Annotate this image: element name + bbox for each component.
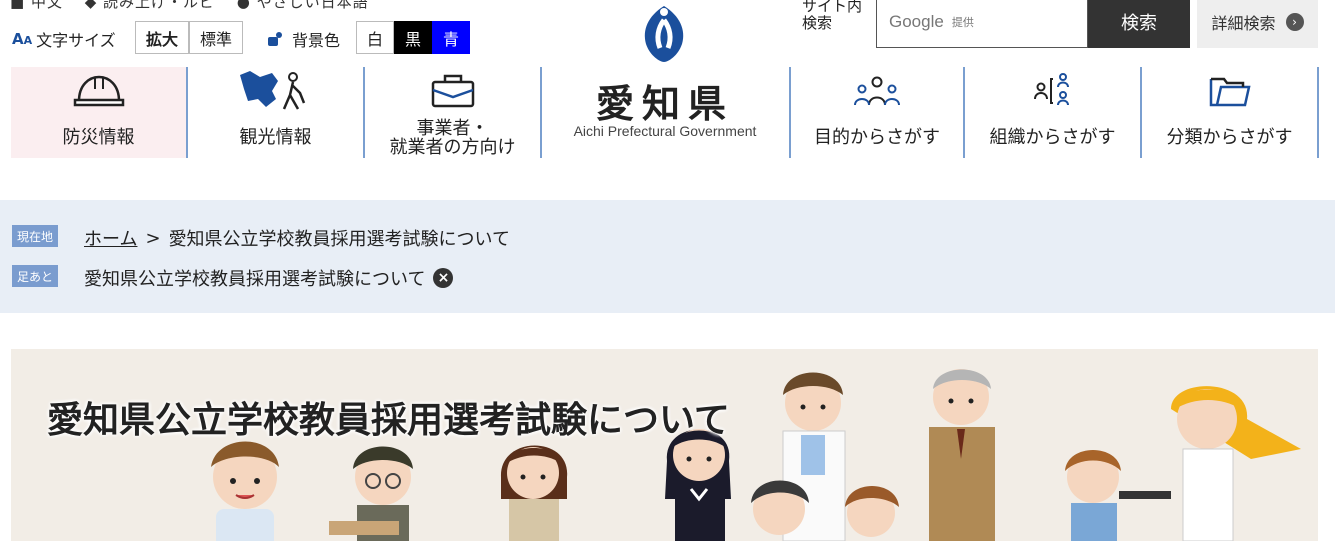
search-input[interactable]: Google 提供 [876, 0, 1088, 48]
nav-purpose[interactable]: 目的からさがす [791, 67, 963, 158]
page-title: 愛知県公立学校教員採用選考試験について [47, 400, 730, 441]
hero-banner: 愛知県公立学校教員採用選考試験について [11, 349, 1318, 541]
nav-tourism[interactable]: 観光情報 [188, 67, 363, 158]
bg-black-button[interactable]: 黒 [394, 21, 432, 54]
folder-icon [1209, 77, 1251, 107]
history-list: 愛知県公立学校教員採用選考試験について × [84, 265, 454, 291]
logo-kanji: 愛知県 [595, 82, 734, 126]
site-search-label: サイト内 検索 [802, 0, 863, 32]
paint-bucket-icon [268, 32, 282, 46]
nav-category[interactable]: 分類からさがす [1142, 67, 1317, 158]
history-item-link[interactable]: 愛知県公立学校教員採用選考試験について [84, 265, 425, 291]
powered-by-label: 提供 [951, 16, 974, 29]
bg-color-controls: 白 黒 青 [356, 21, 470, 54]
hero-illustration [211, 369, 1301, 541]
current-location-tag: 現在地 [12, 225, 58, 247]
site-logo[interactable]: 愛知県 Aichi Prefectural Government [541, 67, 789, 158]
breadcrumb-path: ホーム > 愛知県公立学校教員採用選考試験について [84, 225, 510, 251]
bg-color-label: 背景色 [266, 27, 340, 51]
nav-separator [1317, 67, 1319, 158]
tourism-map-icon [239, 71, 305, 110]
google-logo: Google [889, 12, 944, 31]
nav-disaster[interactable]: 防災情報 [11, 67, 186, 158]
breadcrumb-home-link[interactable]: ホーム [84, 225, 137, 251]
briefcase-icon [431, 74, 474, 108]
breadcrumb: 現在地 ホーム > 愛知県公立学校教員採用選考試験について 足あと 愛知県公立学… [0, 200, 1335, 313]
bg-blue-button[interactable]: 青 [432, 21, 470, 54]
org-chart-icon [1033, 73, 1069, 106]
nav-organization[interactable]: 組織からさがす [965, 67, 1140, 158]
font-enlarge-button[interactable]: 拡大 [135, 21, 189, 54]
font-size-icon: AA [12, 30, 33, 48]
advanced-search-button[interactable]: 詳細検索 › [1197, 0, 1318, 48]
close-icon[interactable]: × [433, 268, 454, 288]
nav-business[interactable]: 事業者・ 就業者の方向け [365, 67, 540, 158]
font-size-label: AA 文字サイズ [12, 30, 116, 50]
prefecture-emblem-icon[interactable] [638, 2, 690, 68]
helmet-icon [73, 75, 124, 107]
language-links[interactable]: ■ 中文 ◆ 読み上げ・ルビ ● やさしい日本語 [10, 0, 369, 12]
bg-white-button[interactable]: 白 [356, 21, 394, 54]
font-standard-button[interactable]: 標準 [189, 21, 243, 54]
breadcrumb-separator: > [145, 227, 161, 249]
logo-english: Aichi Prefectural Government [573, 123, 757, 139]
arrow-right-icon: › [1285, 13, 1304, 31]
history-tag: 足あと [12, 265, 58, 287]
people-group-icon [854, 76, 900, 106]
search-button[interactable]: 検索 [1088, 0, 1190, 48]
breadcrumb-current: 愛知県公立学校教員採用選考試験について [168, 229, 511, 250]
font-size-controls: 拡大 標準 [135, 21, 243, 54]
